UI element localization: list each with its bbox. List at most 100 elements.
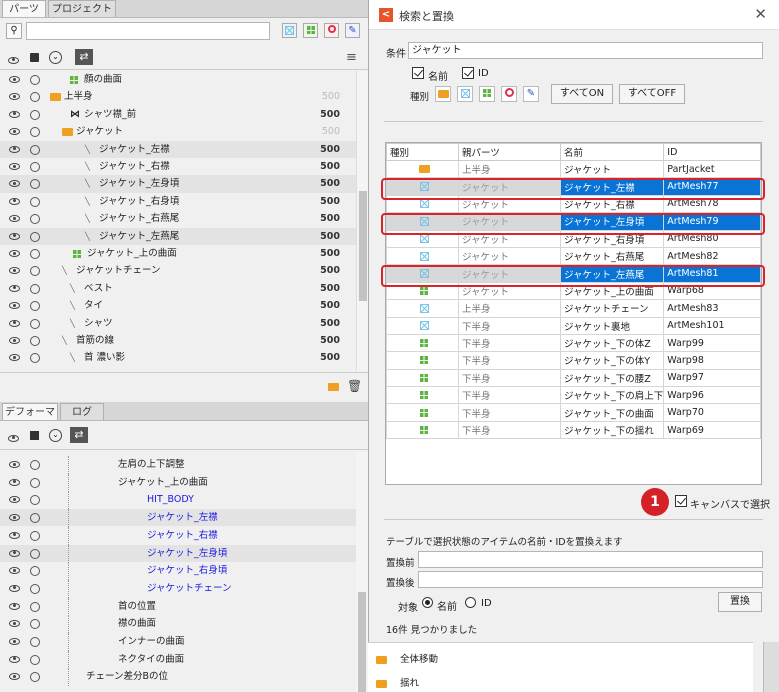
- parts-row[interactable]: ╲ ジャケット_左燕尾 500: [0, 227, 356, 245]
- tab-project[interactable]: プロジェクト: [48, 0, 116, 17]
- parts-row[interactable]: ╲ ベスト 500: [0, 280, 356, 297]
- id-checkbox[interactable]: [462, 67, 474, 79]
- lock-all-icon[interactable]: [30, 53, 39, 62]
- all-off-button[interactable]: すべてOFF: [619, 84, 685, 104]
- kind-rotation-toggle[interactable]: [501, 86, 517, 102]
- eye-icon[interactable]: [9, 319, 20, 327]
- eye-icon[interactable]: [9, 567, 20, 575]
- replace-before-input[interactable]: [418, 551, 763, 568]
- deformer-lock-icon[interactable]: [30, 431, 39, 440]
- filter-artmesh-icon[interactable]: [282, 23, 297, 38]
- parts-row[interactable]: ╲ 首 濃い影 500: [0, 349, 356, 366]
- expand-all-icon[interactable]: ⌄: [49, 51, 62, 64]
- kind-folder-toggle[interactable]: [435, 86, 451, 102]
- eye-icon[interactable]: [9, 250, 20, 257]
- lock-toggle-icon[interactable]: [30, 495, 40, 506]
- parts-row[interactable]: ╲ ジャケット_右襟 500: [0, 158, 356, 175]
- eye-icon[interactable]: [9, 514, 20, 522]
- deformer-row[interactable]: インナーの曲面: [0, 633, 356, 651]
- result-row[interactable]: 下半身 ジャケット_下の腰Z Warp97: [386, 368, 761, 388]
- deformer-swap-icon[interactable]: ⇄: [70, 427, 88, 443]
- result-row[interactable]: 下半身 ジャケット_下の揺れ Warp69: [386, 420, 761, 440]
- lock-toggle-icon[interactable]: [30, 92, 40, 103]
- parts-row[interactable]: ╲ ジャケット_左襟 500: [0, 140, 356, 158]
- parts-scroll-thumb[interactable]: [359, 191, 367, 301]
- filter-pin-icon[interactable]: ✎: [345, 23, 360, 38]
- lock-toggle-icon[interactable]: [30, 672, 40, 683]
- parts-scrollbar[interactable]: [356, 71, 368, 371]
- deformer-row[interactable]: 首の位置: [0, 597, 356, 616]
- lock-toggle-icon[interactable]: [30, 318, 40, 329]
- lock-toggle-icon[interactable]: [30, 566, 40, 577]
- parts-row[interactable]: ╲ 首筋の線 500: [0, 332, 356, 349]
- eye-icon[interactable]: [9, 461, 20, 468]
- col-name[interactable]: 名前: [559, 143, 665, 161]
- deformer-scrollbar[interactable]: [356, 452, 368, 692]
- replace-after-input[interactable]: [418, 571, 763, 588]
- target-name-radio[interactable]: [422, 597, 433, 609]
- lock-toggle-icon[interactable]: [30, 301, 40, 312]
- lock-toggle-icon[interactable]: [30, 249, 40, 259]
- eye-icon[interactable]: [9, 478, 20, 486]
- result-row[interactable]: 下半身 ジャケット_下の曲面 Warp70: [386, 403, 761, 422]
- deformer-row[interactable]: 左肩の上下調整: [0, 456, 356, 474]
- lock-toggle-icon[interactable]: [30, 353, 40, 364]
- eye-icon[interactable]: [9, 76, 20, 83]
- deformer-row[interactable]: ジャケットチェーン: [0, 579, 356, 598]
- deformer-expand-icon[interactable]: ⌄: [49, 429, 62, 442]
- name-checkbox[interactable]: [412, 67, 424, 79]
- parts-row[interactable]: ╲ ジャケット_右燕尾 500: [0, 210, 356, 227]
- menu-icon[interactable]: ≡: [346, 50, 357, 65]
- eye-icon[interactable]: [9, 180, 20, 188]
- deformer-row[interactable]: ジャケット_右襟: [0, 526, 356, 545]
- result-row[interactable]: 下半身 ジャケット_下の肩上下 Warp96: [386, 386, 761, 405]
- eye-icon[interactable]: [9, 496, 20, 504]
- eye-icon[interactable]: [9, 163, 20, 170]
- lock-toggle-icon[interactable]: [30, 266, 40, 277]
- bottom-item-2[interactable]: 揺れ: [376, 675, 419, 689]
- visibility-all-icon[interactable]: [8, 56, 19, 64]
- parts-row[interactable]: ╲ ジャケット_右身頃 500: [0, 193, 356, 210]
- kind-artmesh-toggle[interactable]: [457, 86, 473, 102]
- eye-icon[interactable]: [9, 267, 20, 275]
- result-row[interactable]: 下半身 ジャケット_下の体Z Warp99: [386, 333, 761, 353]
- result-row[interactable]: 下半身 ジャケット裏地 ArtMesh101: [386, 316, 761, 335]
- lock-toggle-icon[interactable]: [30, 283, 40, 294]
- filter-rotation-icon[interactable]: [324, 23, 339, 38]
- target-id-radio[interactable]: [465, 597, 476, 609]
- result-row[interactable]: 上半身 ジャケットチェーン ArtMesh83: [386, 299, 761, 318]
- result-row[interactable]: ジャケット ジャケット_右燕尾 ArtMesh82: [386, 246, 761, 266]
- eye-icon[interactable]: [9, 215, 20, 223]
- lock-toggle-icon[interactable]: [30, 477, 40, 488]
- lock-toggle-icon[interactable]: [30, 162, 40, 172]
- eye-icon[interactable]: [9, 638, 20, 645]
- eye-icon[interactable]: [9, 128, 20, 136]
- eye-icon[interactable]: [9, 673, 20, 681]
- kind-pin-toggle[interactable]: ✎: [523, 86, 539, 102]
- eye-icon[interactable]: [9, 584, 20, 592]
- col-parent[interactable]: 親パーツ: [458, 143, 561, 161]
- kind-warp-toggle[interactable]: [479, 86, 495, 102]
- eye-icon[interactable]: [9, 93, 20, 101]
- col-kind[interactable]: 種別: [386, 143, 459, 161]
- lock-toggle-icon[interactable]: [30, 460, 40, 470]
- result-row[interactable]: 上半身 ジャケット PartJacket: [386, 159, 761, 179]
- eye-icon[interactable]: [9, 145, 20, 153]
- lock-toggle-icon[interactable]: [30, 214, 40, 225]
- lock-toggle-icon[interactable]: [30, 530, 40, 541]
- eye-icon[interactable]: [9, 110, 20, 118]
- eye-icon[interactable]: [9, 197, 20, 205]
- deformer-row[interactable]: ジャケット_左身頃: [0, 544, 356, 563]
- close-icon[interactable]: ✕: [754, 5, 767, 23]
- lock-toggle-icon[interactable]: [30, 127, 40, 138]
- eye-icon[interactable]: [9, 354, 20, 362]
- parts-row[interactable]: ╲ シャツ 500: [0, 315, 356, 332]
- lock-toggle-icon[interactable]: [30, 179, 40, 190]
- lock-toggle-icon[interactable]: [30, 231, 40, 242]
- lock-toggle-icon[interactable]: [30, 548, 40, 559]
- lock-toggle-icon[interactable]: [30, 336, 40, 346]
- lock-toggle-icon[interactable]: [30, 75, 40, 85]
- new-folder-icon[interactable]: [328, 383, 339, 391]
- lock-toggle-icon[interactable]: [30, 513, 40, 524]
- lock-toggle-icon[interactable]: [30, 109, 40, 120]
